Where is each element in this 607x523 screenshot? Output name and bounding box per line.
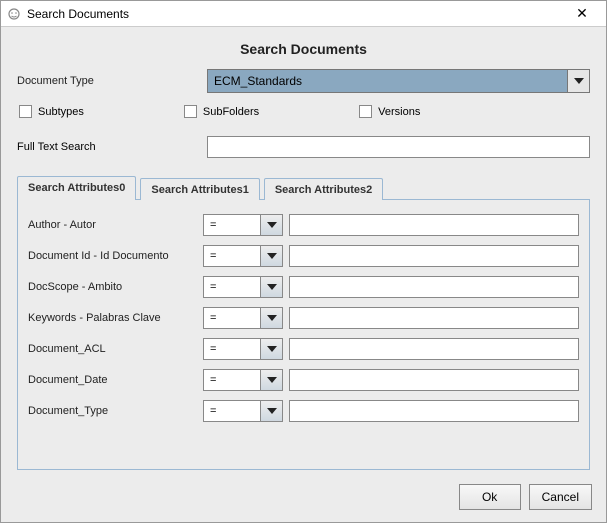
subfolders-checkbox[interactable]: SubFolders — [184, 105, 259, 118]
tab-search-attributes-2[interactable]: Search Attributes2 — [264, 178, 383, 200]
operator-dropdown-button[interactable] — [260, 401, 282, 421]
full-text-search-row: Full Text Search — [17, 136, 590, 158]
chevron-down-icon — [267, 222, 277, 228]
versions-label: Versions — [378, 106, 420, 118]
tab-search-attributes-0[interactable]: Search Attributes0 — [17, 176, 136, 200]
attribute-row: Document Id - Id Documento= — [28, 245, 579, 267]
attribute-label: Author - Autor — [28, 219, 203, 231]
attribute-row: Document_Date= — [28, 369, 579, 391]
operator-value: = — [204, 401, 260, 421]
attribute-value-input[interactable] — [289, 245, 579, 267]
operator-value: = — [204, 370, 260, 390]
dialog-content: Search Documents Document Type ECM_Stand… — [1, 27, 606, 474]
close-icon: ✕ — [576, 5, 588, 21]
close-button[interactable]: ✕ — [562, 2, 602, 26]
window-title: Search Documents — [27, 7, 129, 21]
document-type-value: ECM_Standards — [208, 70, 567, 92]
options-row: Subtypes SubFolders Versions — [17, 105, 590, 118]
operator-select[interactable]: = — [203, 245, 283, 267]
tab-search-attributes-1[interactable]: Search Attributes1 — [140, 178, 259, 200]
operator-dropdown-button[interactable] — [260, 277, 282, 297]
tabs-bar: Search Attributes0 Search Attributes1 Se… — [17, 176, 590, 200]
full-text-search-input[interactable] — [207, 136, 590, 158]
operator-select[interactable]: = — [203, 400, 283, 422]
operator-value: = — [204, 308, 260, 328]
dialog-footer: Ok Cancel — [1, 474, 606, 522]
chevron-down-icon — [574, 78, 584, 84]
operator-select[interactable]: = — [203, 214, 283, 236]
chevron-down-icon — [267, 315, 277, 321]
checkbox-icon — [184, 105, 197, 118]
attribute-label: Document_Type — [28, 405, 203, 417]
subtypes-label: Subtypes — [38, 106, 84, 118]
document-type-dropdown-button[interactable] — [567, 70, 589, 92]
dialog-heading: Search Documents — [17, 41, 590, 57]
attribute-value-input[interactable] — [289, 276, 579, 298]
attribute-label: Document Id - Id Documento — [28, 250, 203, 262]
attribute-value-input[interactable] — [289, 369, 579, 391]
attribute-label: Document_ACL — [28, 343, 203, 355]
attribute-row: Document_ACL= — [28, 338, 579, 360]
subtypes-checkbox[interactable]: Subtypes — [19, 105, 84, 118]
operator-value: = — [204, 339, 260, 359]
cancel-button[interactable]: Cancel — [529, 484, 592, 510]
chevron-down-icon — [267, 253, 277, 259]
titlebar: Search Documents ✕ — [1, 1, 606, 27]
operator-select[interactable]: = — [203, 369, 283, 391]
document-type-row: Document Type ECM_Standards — [17, 69, 590, 93]
operator-select[interactable]: = — [203, 276, 283, 298]
search-attributes-panel: Author - Autor=Document Id - Id Document… — [17, 199, 590, 470]
document-type-select[interactable]: ECM_Standards — [207, 69, 590, 93]
subfolders-label: SubFolders — [203, 106, 259, 118]
attribute-row: Document_Type= — [28, 400, 579, 422]
attribute-row: Author - Autor= — [28, 214, 579, 236]
document-type-label: Document Type — [17, 75, 207, 87]
operator-value: = — [204, 277, 260, 297]
operator-value: = — [204, 246, 260, 266]
operator-value: = — [204, 215, 260, 235]
chevron-down-icon — [267, 408, 277, 414]
full-text-search-label: Full Text Search — [17, 141, 207, 153]
ok-button[interactable]: Ok — [459, 484, 521, 510]
operator-dropdown-button[interactable] — [260, 308, 282, 328]
operator-select[interactable]: = — [203, 307, 283, 329]
checkbox-icon — [19, 105, 32, 118]
attribute-value-input[interactable] — [289, 214, 579, 236]
attribute-value-input[interactable] — [289, 400, 579, 422]
search-documents-dialog: Search Documents ✕ Search Documents Docu… — [0, 0, 607, 523]
operator-dropdown-button[interactable] — [260, 370, 282, 390]
chevron-down-icon — [267, 346, 277, 352]
checkbox-icon — [359, 105, 372, 118]
chevron-down-icon — [267, 377, 277, 383]
attribute-label: Document_Date — [28, 374, 203, 386]
operator-dropdown-button[interactable] — [260, 246, 282, 266]
operator-dropdown-button[interactable] — [260, 215, 282, 235]
app-icon — [7, 7, 21, 21]
operator-select[interactable]: = — [203, 338, 283, 360]
attribute-value-input[interactable] — [289, 307, 579, 329]
attribute-value-input[interactable] — [289, 338, 579, 360]
attribute-row: Keywords - Palabras Clave= — [28, 307, 579, 329]
chevron-down-icon — [267, 284, 277, 290]
attribute-label: DocScope - Ambito — [28, 281, 203, 293]
versions-checkbox[interactable]: Versions — [359, 105, 420, 118]
attribute-label: Keywords - Palabras Clave — [28, 312, 203, 324]
attribute-row: DocScope - Ambito= — [28, 276, 579, 298]
operator-dropdown-button[interactable] — [260, 339, 282, 359]
